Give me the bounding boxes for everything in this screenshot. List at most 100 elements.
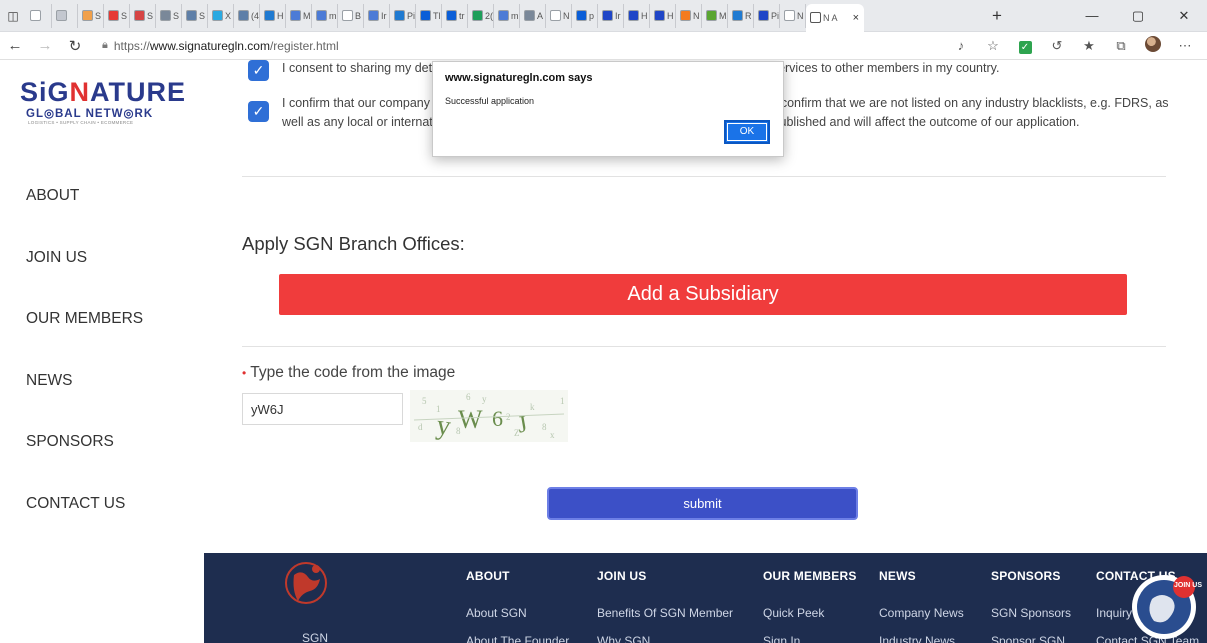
divider (242, 346, 1166, 347)
extension-refresh-icon[interactable]: ↺ (1041, 38, 1073, 54)
footer-heading[interactable]: OUR MEMBERS (763, 569, 857, 583)
site-logo[interactable]: SiGNATURE GL◎BAL NETW◎RK LOGISTICS • SUP… (20, 78, 190, 125)
tab-favicon-icon (394, 10, 405, 21)
tab-label: R (745, 10, 752, 21)
footer-link[interactable]: Sign In (763, 634, 857, 643)
url-field[interactable]: 🔒︎ https://www.signaturegln.com/register… (102, 39, 945, 53)
footer-link[interactable]: SGN Sponsors (991, 606, 1071, 620)
window-menu-icon[interactable]: ◫ (0, 0, 26, 32)
svg-text:y: y (482, 394, 487, 404)
browser-tab[interactable]: m (312, 3, 338, 28)
footer-link[interactable]: Company News (879, 606, 964, 620)
footer-logo[interactable] (280, 553, 332, 614)
read-aloud-icon[interactable]: ♪ (945, 38, 977, 53)
submit-button[interactable]: submit (547, 487, 858, 520)
browser-tab[interactable]: Ir (364, 3, 390, 28)
captcha-input[interactable] (242, 393, 403, 425)
footer-link[interactable]: Benefits Of SGN Member (597, 606, 733, 620)
consent-legal-checkbox[interactable]: ✓ (248, 101, 269, 122)
footer-col-about: ABOUT About SGN About The Founder (466, 569, 569, 643)
tab-favicon-icon (368, 10, 379, 21)
refresh-button[interactable]: ↻ (60, 37, 90, 55)
tab-label: N (693, 10, 700, 21)
browser-tab[interactable]: B (338, 3, 364, 28)
browser-tab[interactable]: Ir (598, 3, 624, 28)
browser-tab[interactable]: S (130, 3, 156, 28)
browser-tab[interactable]: Pi (754, 3, 780, 28)
browser-tab[interactable]: H (650, 3, 676, 28)
browser-tab[interactable]: m (494, 3, 520, 28)
restore-button[interactable]: ▢ (1115, 0, 1161, 32)
browser-tab[interactable]: Tl (416, 3, 442, 28)
favorites-icon[interactable]: ★ (1073, 38, 1105, 54)
tab-favicon-icon (160, 10, 171, 21)
more-menu-icon[interactable]: ⋯ (1169, 38, 1201, 54)
new-tab-button[interactable]: + (983, 6, 1011, 26)
tab-favicon-icon (524, 10, 535, 21)
add-subsidiary-button[interactable]: Add a Subsidiary (279, 274, 1127, 315)
sidebar-item-sponsors[interactable]: SPONSORS (26, 432, 143, 494)
collections-icon[interactable]: ⧉ (1105, 38, 1137, 54)
footer-link[interactable]: Why SGN (597, 634, 733, 643)
sidebar-item-news[interactable]: NEWS (26, 371, 143, 433)
footer-heading[interactable]: JOIN US (597, 569, 733, 583)
tab-favicon-icon (654, 10, 665, 21)
footer-heading[interactable]: SPONSORS (991, 569, 1071, 583)
footer-col-news: NEWS Company News Industry News (879, 569, 964, 643)
footer-col-our-members: OUR MEMBERS Quick Peek Sign In (763, 569, 857, 643)
browser-tab[interactable]: S (182, 3, 208, 28)
browser-tab[interactable]: A (520, 3, 546, 28)
browser-tab[interactable] (52, 3, 78, 28)
browser-tab[interactable]: S (78, 3, 104, 28)
tab-label: N A (823, 12, 838, 23)
browser-tab[interactable]: S (156, 3, 182, 28)
browser-tab[interactable] (26, 3, 52, 28)
browser-tab[interactable]: (4 (234, 3, 260, 28)
tab-favicon-icon (628, 10, 639, 21)
browser-tab[interactable]: H (624, 3, 650, 28)
footer-link[interactable]: About SGN (466, 606, 569, 620)
browser-tab[interactable]: N (780, 3, 806, 28)
consent-sharing-checkbox[interactable]: ✓ (248, 60, 269, 81)
tab-label: S (173, 10, 180, 21)
browser-tab-active[interactable]: N A × (806, 3, 864, 32)
sidebar-item-about[interactable]: ABOUT (26, 186, 143, 248)
browser-tab[interactable]: X (208, 3, 234, 28)
tab-close-icon[interactable]: × (853, 12, 859, 24)
forward-button[interactable]: → (30, 37, 60, 54)
footer-link[interactable]: About The Founder (466, 634, 569, 643)
browser-tab[interactable]: 2( (468, 3, 494, 28)
captcha-image[interactable]: 51d 6y2 Zk8 8x1 y W 6 J (410, 390, 568, 442)
minimize-button[interactable]: — (1069, 0, 1115, 32)
sidebar-item-contact-us[interactable]: CONTACT US (26, 494, 143, 556)
favorite-star-icon[interactable]: ☆ (977, 38, 1009, 54)
extension-check-icon[interactable]: ✓ (1009, 38, 1041, 54)
browser-tab[interactable]: M (286, 3, 312, 28)
join-us-badge[interactable]: JOIN US (1130, 573, 1202, 641)
footer-link[interactable]: Industry News (879, 634, 964, 643)
footer-heading[interactable]: NEWS (879, 569, 964, 583)
tab-favicon-icon (82, 10, 93, 21)
tab-favicon-icon (342, 10, 353, 21)
profile-avatar[interactable] (1137, 36, 1169, 55)
tab-favicon-icon (316, 10, 327, 21)
browser-tab[interactable]: H (260, 3, 286, 28)
logo-wordmark: SiGNATURE (20, 77, 187, 107)
dialog-ok-button[interactable]: OK (724, 120, 770, 144)
footer-heading[interactable]: ABOUT (466, 569, 569, 583)
footer-link[interactable]: Sponsor SGN (991, 634, 1071, 643)
browser-tab[interactable]: tr (442, 3, 468, 28)
back-button[interactable]: ← (0, 37, 30, 54)
browser-tab[interactable]: S (104, 3, 130, 28)
close-window-button[interactable]: ✕ (1161, 0, 1207, 32)
footer-link[interactable]: Quick Peek (763, 606, 857, 620)
browser-tab[interactable]: N (676, 3, 702, 28)
sidebar-item-our-members[interactable]: OUR MEMBERS (26, 309, 143, 371)
sidebar-item-join-us[interactable]: JOIN US (26, 248, 143, 310)
browser-tab[interactable]: R (728, 3, 754, 28)
browser-tab[interactable]: Pi (390, 3, 416, 28)
browser-tab[interactable]: N (546, 3, 572, 28)
browser-tab[interactable]: p (572, 3, 598, 28)
browser-tab[interactable]: M (702, 3, 728, 28)
tab-favicon-icon (212, 10, 223, 21)
